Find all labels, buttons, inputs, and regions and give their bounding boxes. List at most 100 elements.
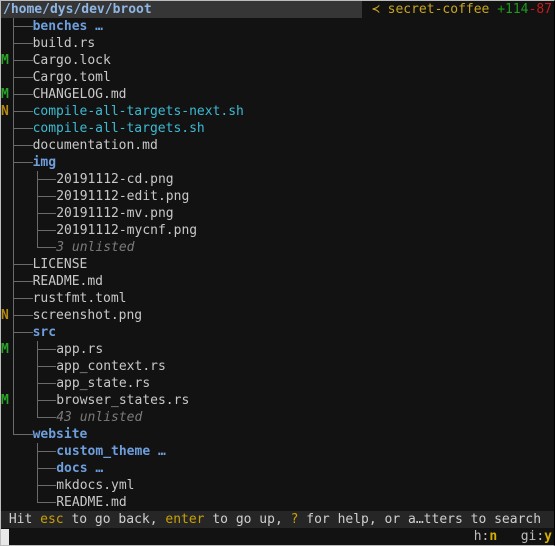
tree-row[interactable]: rustfmt.toml (1, 290, 126, 307)
tree-guide (24, 18, 33, 35)
tree-row[interactable]: custom_theme … (1, 443, 166, 460)
tree-row[interactable]: app_context.rs (1, 358, 166, 375)
file-name[interactable]: documentation.md (33, 137, 158, 154)
directory-name[interactable]: img (33, 154, 56, 171)
file-name[interactable]: Cargo.lock (33, 52, 111, 69)
file-name[interactable]: mkdocs.yml (56, 477, 134, 494)
git-status (1, 443, 9, 460)
file-name[interactable]: 20191112-cd.png (56, 171, 173, 188)
tree-row[interactable]: documentation.md (1, 137, 158, 154)
tree-guide (9, 86, 17, 103)
tree-guide (16, 290, 25, 307)
tree-row[interactable]: 20191112-edit.png (1, 188, 189, 205)
tree-guide (24, 426, 33, 443)
path-title-bar: /home/dys/dev/broot (1, 1, 362, 18)
tree-row[interactable]: Nscreenshot.png (1, 307, 142, 324)
git-status: N (1, 104, 9, 119)
file-name[interactable]: compile-all-targets.sh (33, 120, 205, 137)
tree-guide (17, 460, 25, 477)
tree-guide (48, 222, 57, 239)
tree-guide (9, 460, 17, 477)
git-status (1, 324, 9, 341)
tree-row[interactable]: build.rs (1, 35, 95, 52)
tree-row[interactable]: compile-all-targets.sh (1, 120, 205, 137)
tree-guide (17, 477, 25, 494)
flag-hidden-value[interactable]: n (489, 529, 497, 544)
file-name[interactable]: rustfmt.toml (33, 290, 127, 307)
git-status (1, 358, 9, 375)
text-cursor (1, 529, 9, 545)
tree-guide (16, 273, 25, 290)
file-name[interactable]: LICENSE (33, 256, 88, 273)
tree-guide (33, 239, 41, 256)
tree-row[interactable]: app_state.rs (1, 375, 150, 392)
file-name[interactable]: Cargo.toml (33, 69, 111, 86)
tree-guide (9, 494, 17, 511)
directory-name[interactable]: benches … (33, 18, 103, 35)
tree-row[interactable]: M Cargo.lock (1, 52, 111, 69)
git-status (1, 120, 9, 137)
tree-row[interactable]: website (1, 426, 87, 443)
tree-row[interactable]: README.md (1, 273, 103, 290)
git-status (1, 35, 9, 52)
tree-guide (9, 35, 17, 52)
tree-row[interactable]: Cargo.toml (1, 69, 111, 86)
tree-row[interactable]: M CHANGELOG.md (1, 86, 126, 103)
flag-gitignore-value[interactable]: y (544, 529, 552, 544)
file-name[interactable]: app_state.rs (56, 375, 150, 392)
tree-row[interactable]: 20191112-mycnf.png (1, 222, 197, 239)
tree-guide (33, 205, 41, 222)
directory-name[interactable]: docs … (56, 460, 103, 477)
unlisted-count[interactable]: 43 unlisted (56, 409, 142, 426)
tree-guide (25, 460, 33, 477)
tree-row[interactable]: README.md (1, 494, 127, 511)
git-branch: secret-coffee (387, 2, 490, 17)
git-status: M (1, 53, 9, 68)
branch-arrow-icon: ≺ (371, 2, 380, 17)
tree-guide (9, 103, 17, 120)
tree-guide (48, 494, 57, 511)
tree-row[interactable]: src (1, 324, 56, 341)
tree-row[interactable]: 20191112-mv.png (1, 205, 174, 222)
file-name[interactable]: 20191112-mv.png (56, 205, 173, 222)
file-name[interactable]: CHANGELOG.md (33, 86, 127, 103)
tree-guide (40, 205, 49, 222)
command-input[interactable]: h:n gi:y (1, 528, 554, 545)
directory-name[interactable]: src (33, 324, 56, 341)
tree-row[interactable]: benches … (1, 18, 103, 35)
tree-guide (33, 494, 41, 511)
tree-guide (24, 324, 33, 341)
tree-row[interactable]: docs … (1, 460, 103, 477)
tree-row[interactable]: 20191112-cd.png (1, 171, 174, 188)
file-name[interactable]: 20191112-edit.png (56, 188, 189, 205)
tree-guide (25, 341, 33, 358)
tree-guide (48, 409, 57, 426)
file-name[interactable]: browser_states.rs (56, 392, 189, 409)
tree-guide (16, 154, 25, 171)
git-status (1, 256, 9, 273)
tree-row[interactable]: Mapp.rs (1, 341, 103, 358)
tree-row[interactable]: 43 unlisted (1, 409, 142, 426)
directory-name[interactable]: custom_theme … (56, 443, 166, 460)
tree-row[interactable]: mkdocs.yml (1, 477, 135, 494)
directory-name[interactable]: website (33, 426, 88, 443)
file-name[interactable]: 20191112-mycnf.png (56, 222, 197, 239)
unlisted-count[interactable]: 3 unlisted (56, 239, 134, 256)
file-name[interactable]: build.rs (33, 35, 96, 52)
tree-row[interactable]: LICENSE (1, 256, 87, 273)
tree-guide (48, 188, 57, 205)
file-name[interactable]: compile-all-targets-next.sh (33, 103, 244, 120)
tree-guide (25, 494, 33, 511)
file-name[interactable]: README.md (33, 273, 103, 290)
tree-row[interactable]: 3 unlisted (1, 239, 135, 256)
tree-row[interactable]: img (1, 154, 56, 171)
tree-row[interactable]: Mbrowser_states.rs (1, 392, 189, 409)
file-name[interactable]: screenshot.png (33, 307, 143, 324)
file-name[interactable]: app_context.rs (56, 358, 166, 375)
tree-guide (48, 341, 57, 358)
file-name[interactable]: app.rs (56, 341, 103, 358)
tree-guide (40, 443, 49, 460)
file-name[interactable]: README.md (56, 494, 126, 511)
status-text: for help, or a…tters to search (298, 512, 542, 527)
tree-row[interactable]: Ncompile-all-targets-next.sh (1, 103, 244, 120)
